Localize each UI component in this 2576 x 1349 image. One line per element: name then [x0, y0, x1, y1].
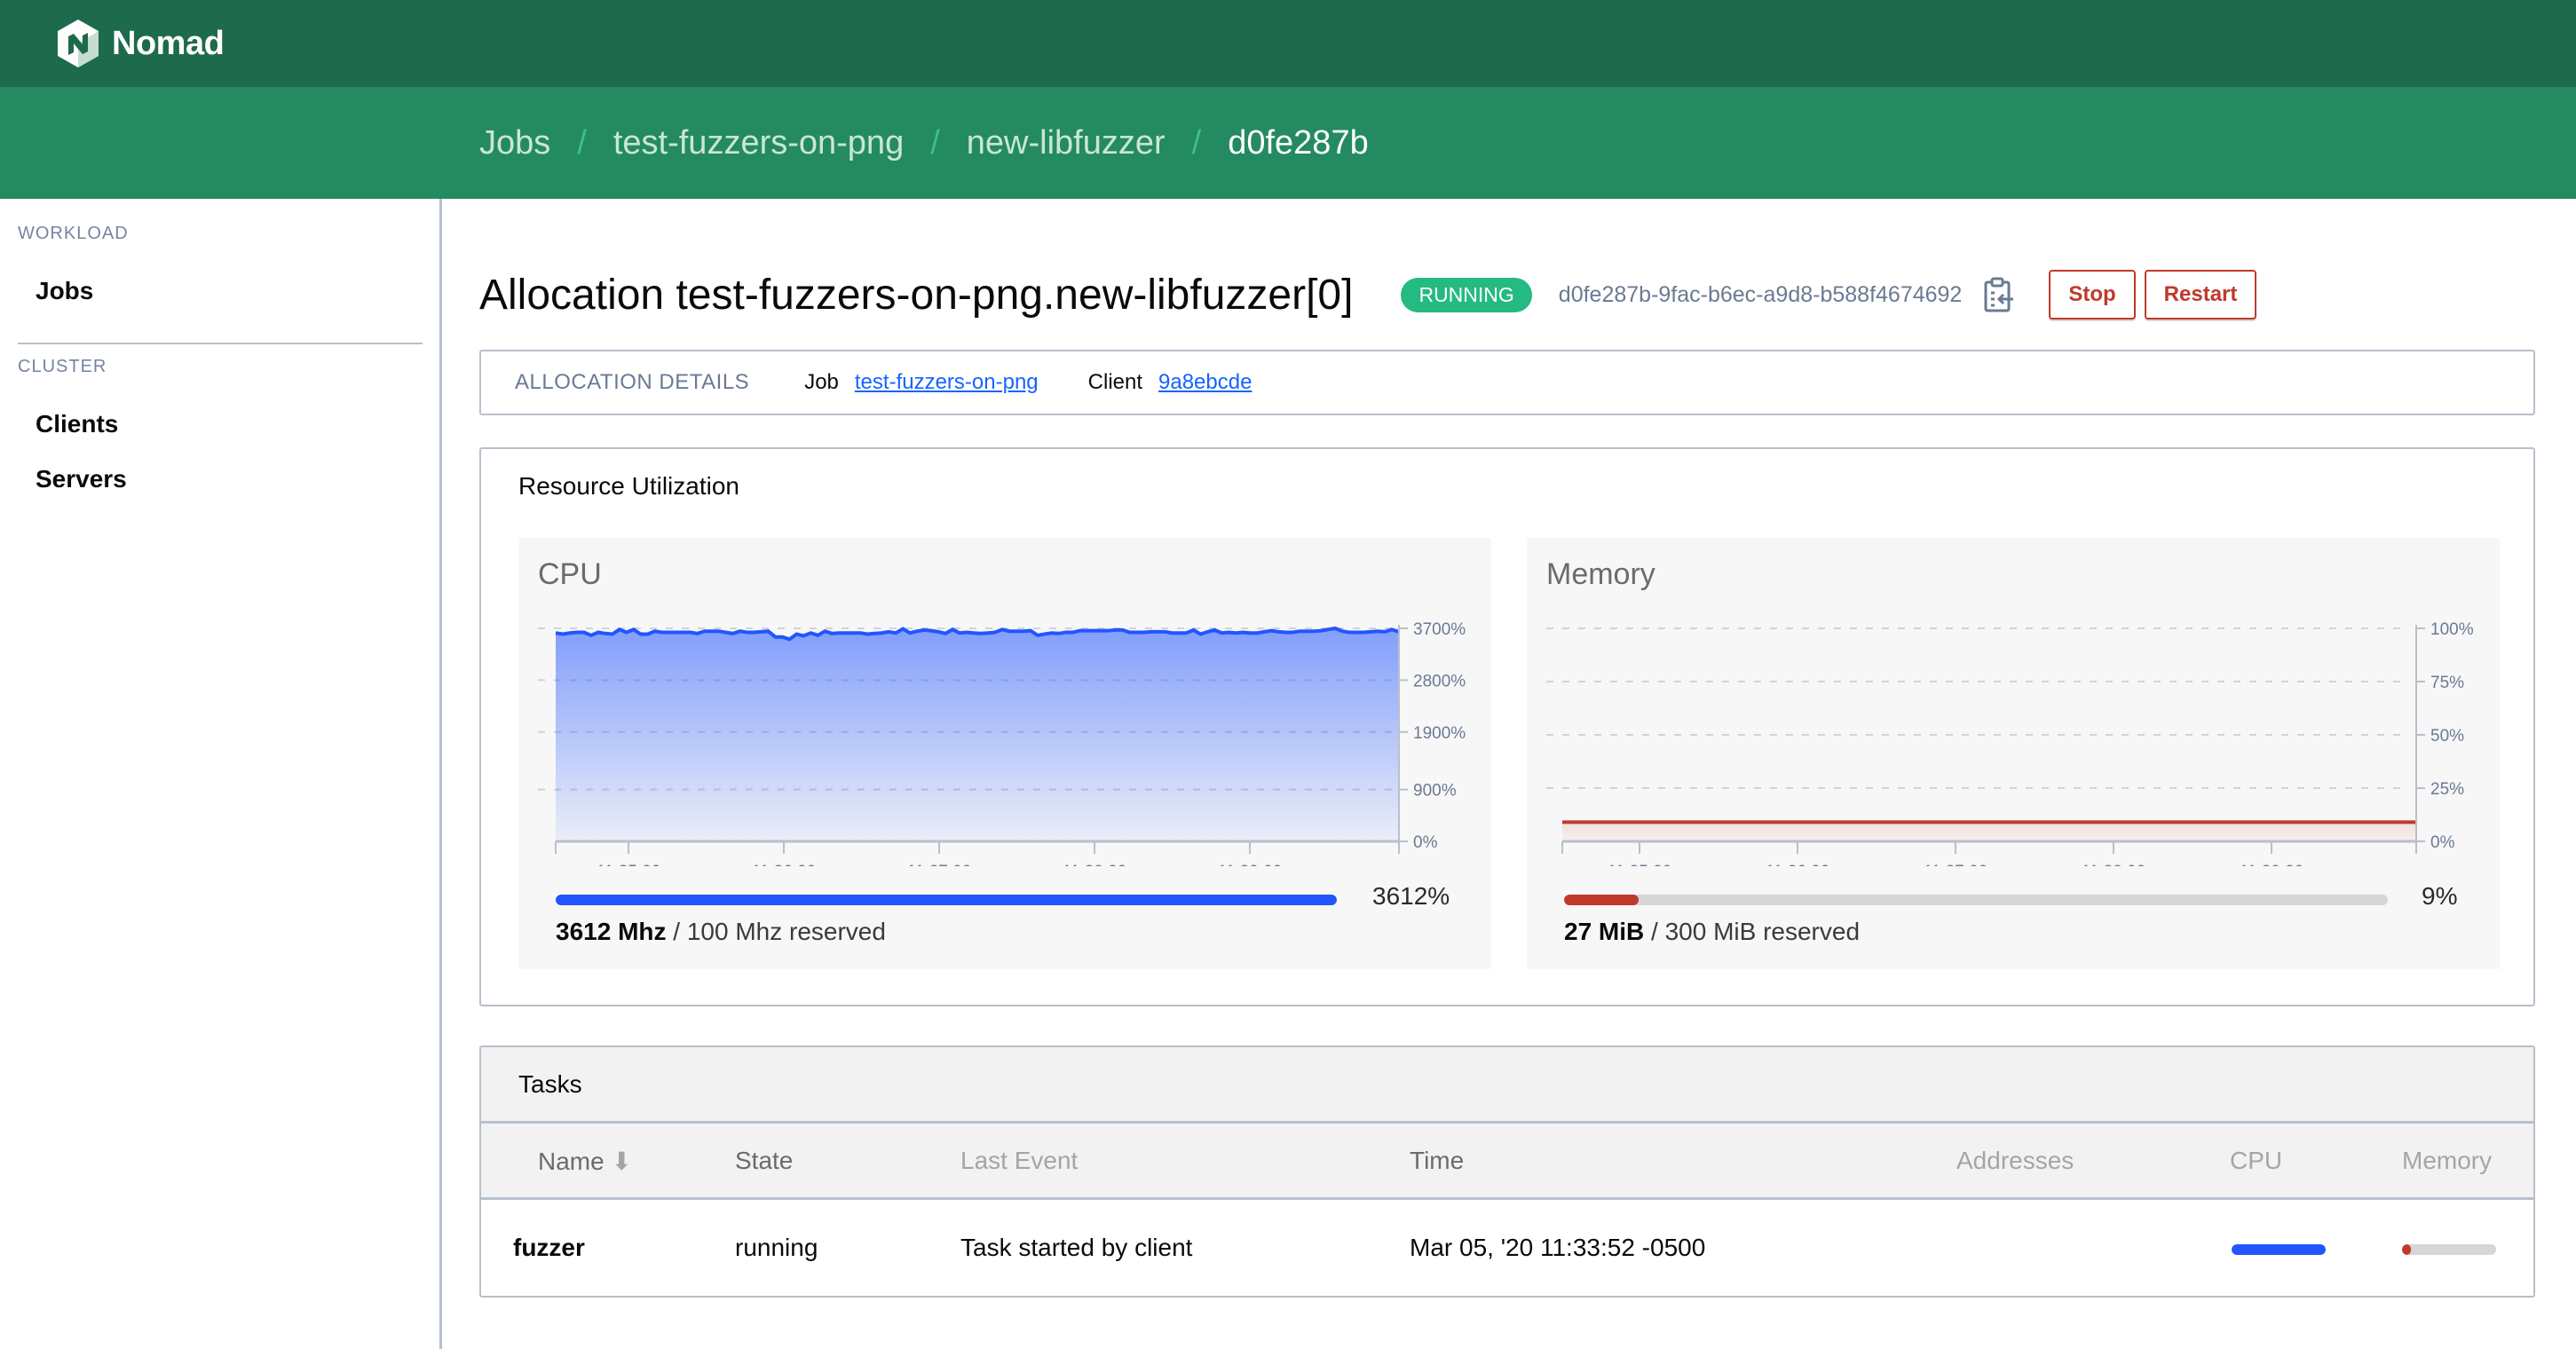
memory-panel: Memory 0% 25% 50% 75% 100% 11:35:00 11:36:00 11… [1527, 538, 2500, 969]
breadcrumb: Jobs / test-fuzzers-on-png / new-libfuzz… [0, 87, 2576, 199]
cpu-usage-bar [556, 895, 1337, 905]
x-tick-label: 11:39:00 [2240, 863, 2304, 866]
y-tick-label: 75% [2430, 674, 2464, 692]
breadcrumb-separator: / [1191, 123, 1202, 162]
tasks-title: Tasks [518, 1070, 582, 1098]
x-tick-label: 11:39:00 [1218, 863, 1283, 866]
task-name[interactable]: fuzzer [513, 1234, 585, 1262]
resource-utilization-title: Resource Utilization [518, 472, 739, 500]
column-header-addresses: Addresses [1956, 1147, 2074, 1174]
memory-usage-bar-fill [1564, 895, 1639, 905]
column-header-name[interactable]: Name ⬇ [538, 1147, 632, 1176]
breadcrumb-allocation[interactable]: d0fe287b [1228, 124, 1369, 162]
memory-usage-percent: 9% [2422, 882, 2458, 910]
memory-reserved: / 300 MiB reserved [1644, 918, 1861, 945]
app-name: Nomad [112, 24, 225, 62]
job-link[interactable]: test-fuzzers-on-png [855, 370, 1039, 395]
y-tick-label: 50% [2430, 727, 2464, 746]
cpu-panel: CPU 0% 900% 1900% 2800% 3700% 11:35:00 11:36:0… [518, 538, 1491, 969]
column-header-name-label: Name [538, 1148, 604, 1175]
memory-usage-caption: 27 MiB / 300 MiB reserved [1564, 918, 1860, 946]
column-header-state[interactable]: State [735, 1147, 793, 1175]
sidebar: WORKLOAD Jobs CLUSTER Clients Servers [0, 199, 442, 1349]
x-tick-label: 11:35:00 [1608, 863, 1672, 866]
cpu-usage-percent: 3612% [1372, 882, 1450, 910]
tasks-header: Tasks [481, 1047, 2533, 1124]
cpu-chart-title: CPU [538, 557, 602, 591]
task-state: running [735, 1234, 818, 1261]
sidebar-section-cluster: CLUSTER [18, 357, 107, 376]
column-header-memory: Memory [2402, 1147, 2493, 1174]
x-tick-label: 11:38:00 [2082, 863, 2146, 866]
memory-used: 27 MiB [1564, 918, 1645, 945]
cpu-used: 3612 Mhz [556, 918, 667, 945]
breadcrumb-separator: / [930, 123, 940, 162]
x-tick-label: 11:37:00 [907, 863, 972, 866]
x-tick-label: 11:37:00 [1924, 863, 1988, 866]
y-tick-label: 3700% [1413, 620, 1466, 639]
cpu-reserved: / 100 Mhz reserved [666, 918, 886, 945]
y-tick-label: 100% [2430, 620, 2474, 639]
y-tick-label: 900% [1413, 782, 1457, 801]
x-tick-label: 11:35:00 [597, 863, 661, 866]
sidebar-section-workload: WORKLOAD [18, 224, 129, 243]
copy-to-clipboard-icon[interactable] [1983, 277, 2015, 312]
sidebar-item-jobs[interactable]: Jobs [36, 277, 93, 305]
column-header-last-event: Last Event [960, 1147, 1079, 1174]
tasks-column-headers: Name ⬇ State Last Event Time Addresses C… [481, 1124, 2533, 1200]
resource-utilization: Resource Utilization CPU 0% 900% 1900% 2800… [479, 447, 2535, 1006]
page-title: Allocation test-fuzzers-on-png.new-libfu… [479, 271, 1354, 319]
allocation-id: d0fe287b-9fac-b6ec-a9d8-b588f4674692 [1558, 281, 1963, 307]
status-badge: RUNNING [1401, 277, 1532, 312]
x-tick-label: 11:38:00 [1063, 863, 1127, 866]
task-cpu-bar-fill [2232, 1244, 2326, 1255]
cpu-chart: 0% 900% 1900% 2800% 3700% 11:35:00 11:36:00 11:… [538, 620, 1466, 866]
y-tick-label: 0% [2430, 833, 2455, 852]
y-tick-label: 0% [1413, 833, 1438, 852]
x-tick-label: 11:36:00 [1766, 863, 1830, 866]
tasks-table: Tasks Name ⬇ State Last Event Time Addre… [479, 1045, 2535, 1298]
breadcrumb-jobs[interactable]: Jobs [479, 124, 550, 162]
nomad-logo[interactable]: Nomad [57, 20, 225, 67]
task-time: Mar 05, '20 11:33:52 -0500 [1410, 1234, 1706, 1261]
y-tick-label: 25% [2430, 780, 2464, 799]
memory-usage-bar [1564, 895, 2388, 905]
allocation-header: Allocation test-fuzzers-on-png.new-libfu… [479, 259, 2535, 330]
allocation-details: ALLOCATION DETAILS Job test-fuzzers-on-p… [479, 350, 2535, 415]
task-memory-bar [2402, 1244, 2496, 1255]
allocation-details-label: ALLOCATION DETAILS [515, 370, 750, 394]
memory-chart-title: Memory [1546, 557, 1655, 591]
cpu-usage-caption: 3612 Mhz / 100 Mhz reserved [556, 918, 886, 946]
sidebar-item-servers[interactable]: Servers [36, 465, 127, 493]
chart-area [1562, 822, 2416, 841]
breadcrumb-separator: / [577, 123, 587, 162]
chart-area [556, 628, 1399, 841]
memory-chart: 0% 25% 50% 75% 100% 11:35:00 11:36:00 11:37:00 1… [1546, 620, 2474, 866]
client-link[interactable]: 9a8ebcde [1158, 370, 1252, 395]
cpu-usage-bar-fill [556, 895, 1337, 905]
nomad-logo-icon [58, 20, 99, 67]
task-last-event: Task started by client [960, 1234, 1193, 1261]
table-row[interactable]: fuzzer running Task started by client Ma… [481, 1200, 2533, 1296]
sidebar-item-clients[interactable]: Clients [36, 410, 118, 438]
y-tick-label: 1900% [1413, 724, 1466, 743]
breadcrumb-task-group[interactable]: new-libfuzzer [967, 124, 1166, 162]
restart-button[interactable]: Restart [2144, 270, 2257, 320]
breadcrumb-job[interactable]: test-fuzzers-on-png [613, 124, 904, 162]
column-header-time[interactable]: Time [1410, 1147, 1464, 1175]
top-bar: Nomad [0, 0, 2576, 87]
y-tick-label: 2800% [1413, 672, 1466, 690]
job-key: Job [804, 370, 839, 394]
task-memory-bar-fill [2402, 1244, 2411, 1255]
sidebar-divider [18, 343, 423, 344]
task-cpu-bar [2232, 1244, 2326, 1255]
sort-arrow-down-icon: ⬇ [611, 1148, 632, 1175]
column-header-cpu: CPU [2230, 1147, 2283, 1174]
x-tick-label: 11:36:00 [752, 863, 817, 866]
client-key: Client [1087, 370, 1143, 394]
stop-button[interactable]: Stop [2049, 270, 2136, 320]
